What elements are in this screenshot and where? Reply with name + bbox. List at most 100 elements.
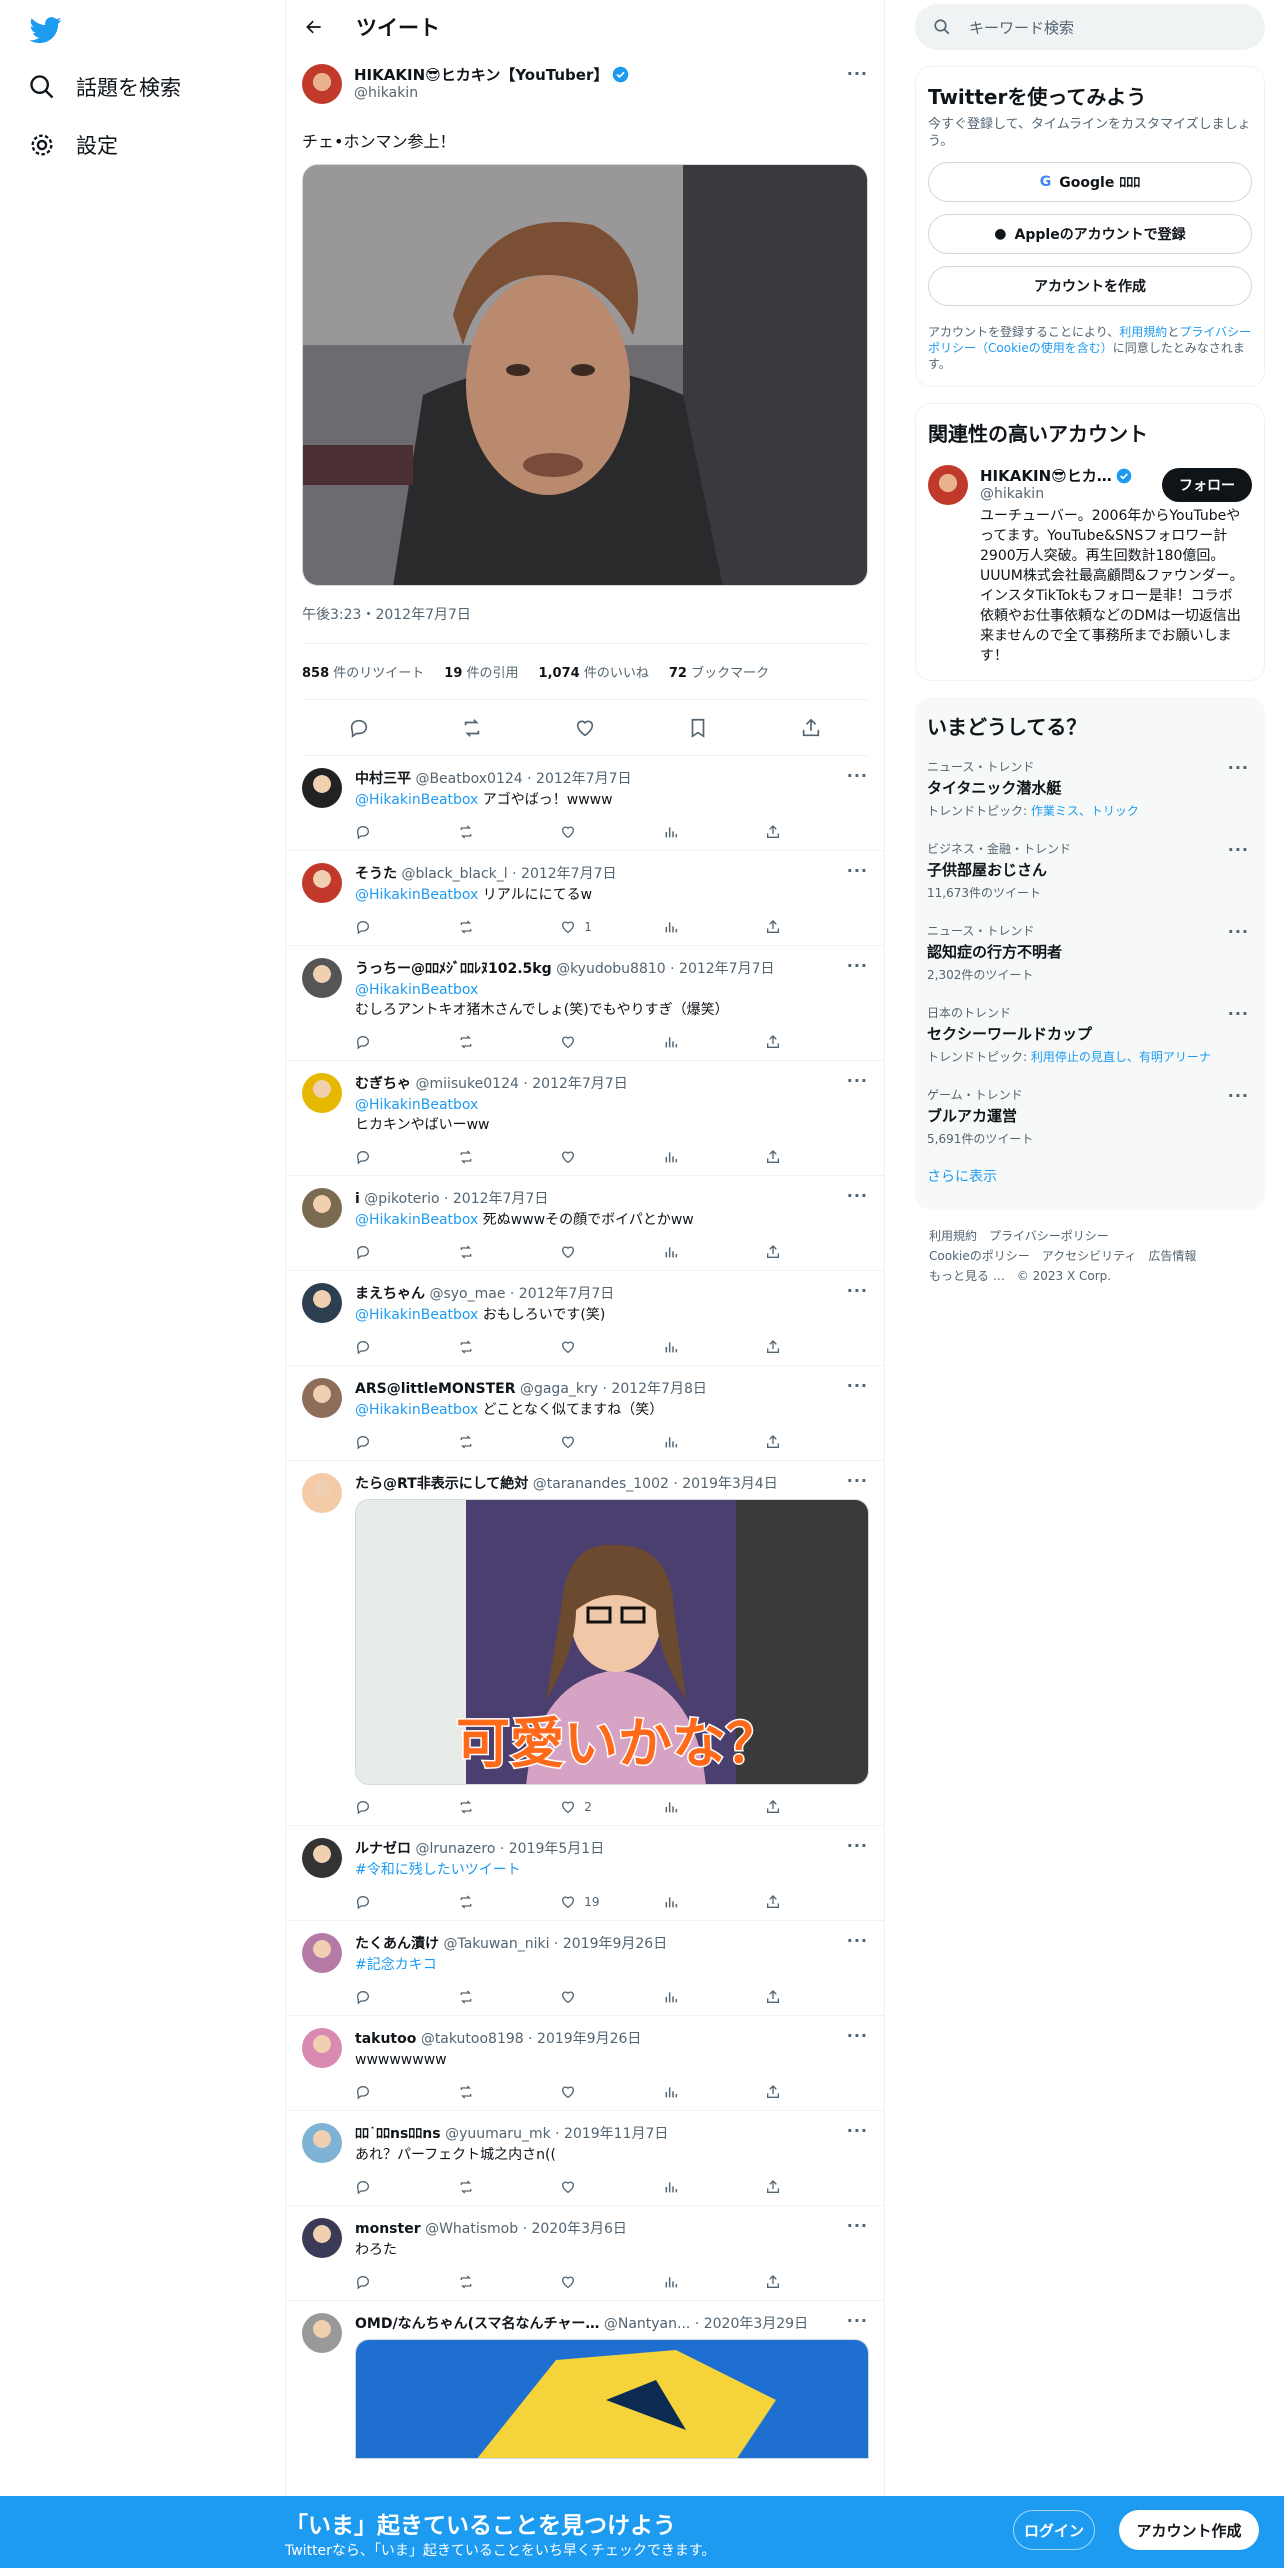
reply-author-name[interactable]: まえちゃん [355, 1286, 425, 1302]
reply-image[interactable] [355, 2339, 869, 2459]
views-button[interactable] [663, 2084, 766, 2100]
reply-tweet[interactable]: ··· うっちー@ﾛﾛﾒｼﾞﾛﾛﾚﾇ102.5kg @kyudobu8810 · … [286, 946, 884, 1061]
reply-button[interactable] [355, 2179, 458, 2195]
stat-item[interactable]: 72 ブックマーク [669, 662, 769, 681]
more-options-icon[interactable]: ··· [847, 1186, 868, 1205]
avatar[interactable] [302, 1283, 342, 1323]
like-button[interactable] [560, 824, 663, 840]
share-button[interactable] [765, 2179, 868, 2195]
more-options-icon[interactable]: ··· [847, 1836, 868, 1855]
reply-date[interactable]: 2012年7月7日 [521, 866, 616, 882]
more-options-icon[interactable]: ··· [847, 64, 868, 83]
trend-item[interactable]: ゲーム・トレンド ブルアカ運営 5,691件のツイート ··· [927, 1080, 1253, 1162]
trend-topic-link[interactable]: 作業ミス、トリック [1031, 804, 1139, 818]
avatar[interactable] [302, 1073, 342, 1113]
reply-author-name[interactable]: ルナゼロ [355, 1841, 411, 1857]
reply-mention[interactable]: #記念カキコ [355, 1957, 437, 1973]
share-icon[interactable] [800, 717, 822, 739]
reply-tweet[interactable]: ··· takutoo @takutoo8198 · 2019年9月26日 wwww… [286, 2016, 884, 2111]
like-icon[interactable] [574, 717, 596, 739]
more-options-icon[interactable]: ··· [1228, 1086, 1249, 1105]
avatar[interactable] [302, 958, 342, 998]
share-button[interactable] [765, 1799, 868, 1815]
reply-tweet[interactable]: ··· OMD/なんちゃん(スマ名なんチャー… @Nantyan... · 202… [286, 2301, 884, 2459]
reply-mention[interactable]: @HikakinBeatbox [355, 1402, 478, 1418]
like-button[interactable]: 1 [560, 919, 663, 935]
share-button[interactable] [765, 2274, 868, 2290]
views-button[interactable] [663, 1339, 766, 1355]
search-input[interactable]: キーワード検索 [969, 17, 1074, 38]
reply-date[interactable]: 2020年3月6日 [531, 2221, 626, 2237]
more-options-icon[interactable]: ··· [1228, 758, 1249, 777]
reply-author-name[interactable]: i [355, 1191, 360, 1207]
reply-date[interactable]: 2019年11月7日 [564, 2126, 668, 2142]
views-button[interactable] [663, 824, 766, 840]
avatar[interactable] [302, 2028, 342, 2068]
avatar[interactable] [302, 1838, 342, 1878]
stat-item[interactable]: 19 件の引用 [444, 662, 518, 681]
reply-icon[interactable] [348, 717, 370, 739]
reply-date[interactable]: 2012年7月7日 [453, 1191, 548, 1207]
reply-author-name[interactable]: ﾛﾛ˙ﾛﾛnsﾛﾛns [355, 2126, 441, 2142]
avatar[interactable] [302, 863, 342, 903]
views-button[interactable] [663, 1149, 766, 1165]
share-button[interactable] [765, 919, 868, 935]
footer-link[interactable]: Cookieのポリシー [929, 1249, 1030, 1263]
more-options-icon[interactable]: ··· [847, 861, 868, 880]
reply-date[interactable]: 2019年9月26日 [537, 2031, 641, 2047]
views-button[interactable] [663, 1034, 766, 1050]
reply-tweet[interactable]: ··· むぎちゃ @miisuke0124 · 2012年7月7日 @Hikakin… [286, 1061, 884, 1176]
like-button[interactable] [560, 1989, 663, 2005]
reply-mention[interactable]: @HikakinBeatbox [355, 1212, 478, 1228]
reply-author-name[interactable]: むぎちゃ [355, 1076, 411, 1092]
like-button[interactable] [560, 1244, 663, 1260]
more-options-icon[interactable]: ··· [847, 956, 868, 975]
avatar[interactable] [928, 465, 968, 505]
retweet-button[interactable] [458, 1989, 561, 2005]
more-options-icon[interactable]: ··· [847, 2311, 868, 2330]
reply-button[interactable] [355, 1149, 458, 1165]
reply-tweet[interactable]: ··· たら@RT非表示にして絶対 @taranandes_1002 · 2019… [286, 1461, 884, 1826]
reply-author-name[interactable]: monster [355, 2221, 421, 2237]
avatar[interactable] [302, 1378, 342, 1418]
reply-date[interactable]: 2020年3月29日 [704, 2316, 808, 2332]
reply-mention[interactable]: @HikakinBeatbox [355, 1307, 478, 1323]
apple-signup-button[interactable]: ● Appleのアカウントで登録 [928, 214, 1252, 254]
more-options-icon[interactable]: ··· [847, 2121, 868, 2140]
retweet-button[interactable] [458, 2084, 561, 2100]
views-button[interactable] [663, 2179, 766, 2195]
reply-tweet[interactable]: ··· そうた @black_black_l · 2012年7月7日 @Hikaki… [286, 851, 884, 946]
trend-item[interactable]: ニュース・トレンド タイタニック潜水艇 トレンドトピック: 作業ミス、トリック ··· [927, 752, 1253, 834]
share-button[interactable] [765, 1894, 868, 1910]
like-button[interactable] [560, 1434, 663, 1450]
more-options-icon[interactable]: ··· [847, 1071, 868, 1090]
reply-button[interactable] [355, 1894, 458, 1910]
retweet-button[interactable] [458, 919, 561, 935]
search-bar[interactable]: キーワード検索 [915, 4, 1265, 50]
footer-link[interactable]: 利用規約 [929, 1229, 977, 1243]
avatar[interactable] [302, 768, 342, 808]
avatar[interactable] [302, 1933, 342, 1973]
like-button[interactable] [560, 2179, 663, 2195]
reply-mention[interactable]: @HikakinBeatbox [355, 887, 478, 903]
reply-button[interactable] [355, 919, 458, 935]
reply-mention[interactable]: #令和に残したいツイート [355, 1862, 521, 1878]
bookmark-icon[interactable] [687, 717, 709, 739]
like-button[interactable]: 19 [560, 1894, 663, 1910]
signup-button[interactable]: アカウント作成 [1119, 2510, 1259, 2550]
retweet-button[interactable] [458, 1339, 561, 1355]
trend-topic-link[interactable]: 利用停止の見直し、有明アリーナ [1031, 1050, 1211, 1064]
like-button[interactable] [560, 1149, 663, 1165]
reply-author-name[interactable]: ARS@littleMONSTER [355, 1381, 516, 1397]
more-options-icon[interactable]: ··· [1228, 840, 1249, 859]
more-options-icon[interactable]: ··· [847, 1471, 868, 1490]
terms-link[interactable]: 利用規約 [1119, 325, 1167, 339]
reply-author-name[interactable]: そうた [355, 866, 397, 882]
reply-image[interactable]: 可愛いかな？ [355, 1499, 869, 1785]
share-button[interactable] [765, 1989, 868, 2005]
more-options-icon[interactable]: ··· [1228, 1004, 1249, 1023]
more-options-icon[interactable]: ··· [847, 2026, 868, 2045]
reply-date[interactable]: 2012年7月7日 [679, 961, 774, 977]
reply-mention[interactable]: @HikakinBeatbox [355, 792, 478, 808]
views-button[interactable] [663, 1989, 766, 2005]
